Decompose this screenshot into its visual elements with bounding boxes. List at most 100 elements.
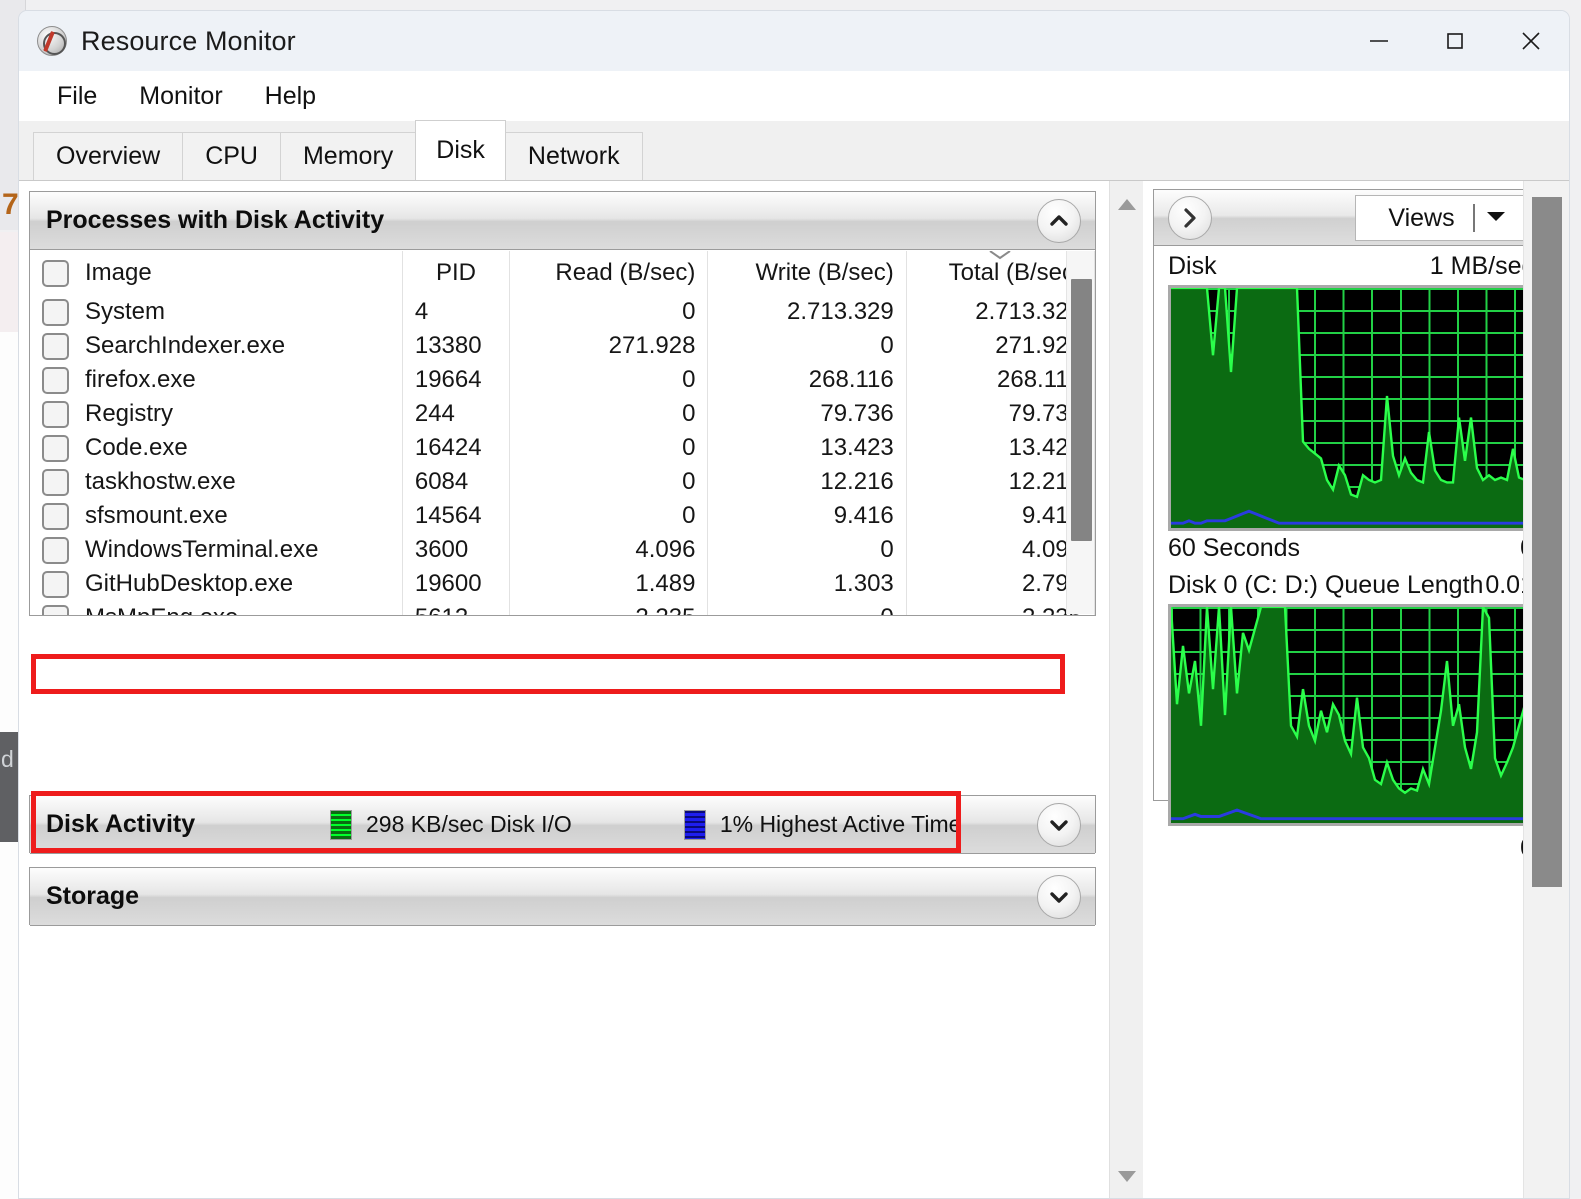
background-partial-glyph: 7 [2, 188, 19, 221]
chevron-up-icon[interactable] [1037, 198, 1081, 243]
queue-length-caption: Disk 0 (C: D:) Queue Length 0.01 [1168, 565, 1534, 604]
disk-activity-legend: 298 KB/sec Disk I/O 1% Highest Active Ti… [330, 809, 961, 840]
table-row[interactable]: Registry 244 0 79.736 79.736 [30, 397, 1095, 431]
chevron-down-icon[interactable] [1037, 874, 1081, 919]
cell-read: 0 [509, 431, 709, 465]
green-swatch-icon [330, 809, 352, 840]
graphs-panel: Views Disk 1 MB/sec 60 Seconds Disk 0 (C… [1153, 189, 1549, 862]
tab-memory[interactable]: Memory [279, 132, 417, 180]
window-vertical-scrollbar[interactable] [1523, 181, 1569, 1198]
cell-pid: 19664 [402, 363, 511, 397]
row-checkbox[interactable] [42, 468, 69, 496]
disk-graph-footer: 60 Seconds 0 [1168, 531, 1534, 565]
table-row[interactable]: firefox.exe 19664 0 268.116 268.116 [30, 363, 1095, 397]
process-table-container[interactable]: Image PID Read (B/sec) Write (B/sec) Tot… [30, 251, 1095, 615]
processes-panel-title: Processes with Disk Activity [46, 206, 385, 234]
column-header-write[interactable]: Write (B/sec) [707, 251, 907, 295]
cell-read: 0 [509, 295, 709, 329]
row-checkbox[interactable] [42, 298, 69, 326]
table-row[interactable]: MsMpEng.exe56122.23502.235 [30, 601, 1095, 615]
menu-item-file[interactable]: File [41, 78, 113, 115]
disk-graph-plot [1168, 285, 1534, 531]
table-row[interactable]: sfsmount.exe 14564 0 9.416 9.416 [30, 499, 1095, 533]
row-checkbox[interactable] [42, 400, 69, 428]
scroll-up-arrow-icon[interactable] [1110, 187, 1144, 221]
disk-activity-title: Disk Activity [46, 810, 196, 838]
cell-read: 2.235 [509, 601, 709, 615]
table-row[interactable]: GitHubDesktop.exe 19600 1.489 1.303 2.793 [30, 567, 1095, 601]
tab-overview[interactable]: Overview [33, 132, 184, 180]
cell-write: 268.116 [707, 363, 907, 397]
queue-length-series [1171, 607, 1531, 823]
select-all-checkbox[interactable] [42, 259, 69, 287]
cell-write: 12.216 [707, 465, 907, 499]
cell-image-label: firefox.exe [85, 366, 196, 393]
cell-image-label: MsMpEng.exe [85, 604, 238, 615]
row-checkbox[interactable] [42, 604, 69, 615]
tab-network[interactable]: Network [504, 132, 643, 180]
disk-graph-ymax: 1 MB/sec [1429, 252, 1534, 280]
cell-image-label: taskhostw.exe [85, 468, 236, 495]
row-checkbox[interactable] [42, 502, 69, 530]
legend-disk-io: 298 KB/sec Disk I/O [330, 809, 572, 840]
queue-length-graph-block: Disk 0 (C: D:) Queue Length 0.01 0 [1154, 565, 1548, 863]
chevron-down-icon[interactable] [1037, 802, 1081, 847]
scroll-down-arrow-icon[interactable] [1110, 1160, 1144, 1194]
processes-panel-header[interactable]: Processes with Disk Activity [30, 192, 1095, 250]
disk-graph-xlabel: 60 Seconds [1168, 534, 1301, 562]
row-checkbox[interactable] [42, 536, 69, 564]
row-checkbox[interactable] [42, 434, 69, 462]
views-label: Views [1388, 203, 1455, 232]
cell-pid: 16424 [402, 431, 511, 465]
process-table-scrollbar[interactable] [1066, 251, 1094, 614]
table-row[interactable]: System 4 0 2.713.329 2.713.329 [30, 295, 1095, 329]
row-checkbox[interactable] [42, 366, 69, 394]
table-header-row: Image PID Read (B/sec) Write (B/sec) Tot… [30, 251, 1095, 295]
highlight-box-sfsmount-row [31, 654, 1065, 694]
cell-image-label: WindowsTerminal.exe [85, 536, 319, 563]
table-row[interactable]: SearchIndexer.exe 13380 271.928 0 271.928 [30, 329, 1095, 363]
cell-pid: 19600 [402, 567, 511, 601]
process-table-scrollbar-thumb[interactable] [1071, 279, 1092, 541]
cell-image-label: Registry [85, 400, 174, 427]
row-checkbox[interactable] [42, 332, 69, 360]
cell-image: Registry [30, 397, 403, 431]
menu-item-monitor[interactable]: Monitor [123, 78, 238, 115]
content-area: Processes with Disk Activity Image PID R… [19, 181, 1569, 1198]
disk-activity-header[interactable]: Disk Activity 298 KB/sec Disk I/O 1% Hig… [30, 796, 1095, 854]
tab-disk[interactable]: Disk [415, 120, 506, 180]
cell-pid: 3600 [402, 533, 511, 567]
window-scrollbar-thumb[interactable] [1532, 197, 1562, 887]
cell-read: 271.928 [509, 329, 709, 363]
close-button[interactable] [1493, 11, 1569, 71]
cell-pid: 5612 [402, 601, 511, 615]
main-vertical-scrollbar[interactable] [1109, 181, 1144, 1198]
window-controls [1341, 11, 1569, 71]
maximize-button[interactable] [1417, 11, 1493, 71]
cell-write: 1.303 [707, 567, 907, 601]
cell-read: 0 [509, 499, 709, 533]
table-row[interactable]: Code.exe 16424 0 13.423 13.423 [30, 431, 1095, 465]
menu-item-help[interactable]: Help [249, 78, 332, 115]
table-row[interactable]: taskhostw.exe 6084 0 12.216 12.216 [30, 465, 1095, 499]
tab-cpu[interactable]: CPU [182, 132, 281, 180]
disk-graph-series [1171, 288, 1531, 528]
cell-image: Code.exe [30, 431, 403, 465]
storage-panel: Storage [29, 867, 1096, 926]
storage-header[interactable]: Storage [30, 868, 1095, 926]
column-header-pid[interactable]: PID [402, 251, 511, 295]
cell-pid: 13380 [402, 329, 511, 363]
process-table-body: System 4 0 2.713.329 2.713.329 SearchIndexer.… [30, 295, 1095, 615]
disk-graph-title: Disk [1168, 252, 1217, 280]
row-checkbox[interactable] [42, 570, 69, 598]
minimize-button[interactable] [1341, 11, 1417, 71]
cell-image: WindowsTerminal.exe [30, 533, 403, 567]
column-header-image[interactable]: Image [30, 251, 403, 295]
caret-down-icon[interactable] [1485, 209, 1507, 228]
cell-image-label: sfsmount.exe [85, 502, 228, 529]
views-dropdown-button[interactable]: Views [1355, 195, 1540, 241]
chevron-right-icon[interactable] [1168, 195, 1212, 240]
storage-title: Storage [46, 882, 140, 910]
column-header-read[interactable]: Read (B/sec) [509, 251, 709, 295]
table-row[interactable]: WindowsTerminal.exe 3600 4.096 0 4.096 [30, 533, 1095, 567]
